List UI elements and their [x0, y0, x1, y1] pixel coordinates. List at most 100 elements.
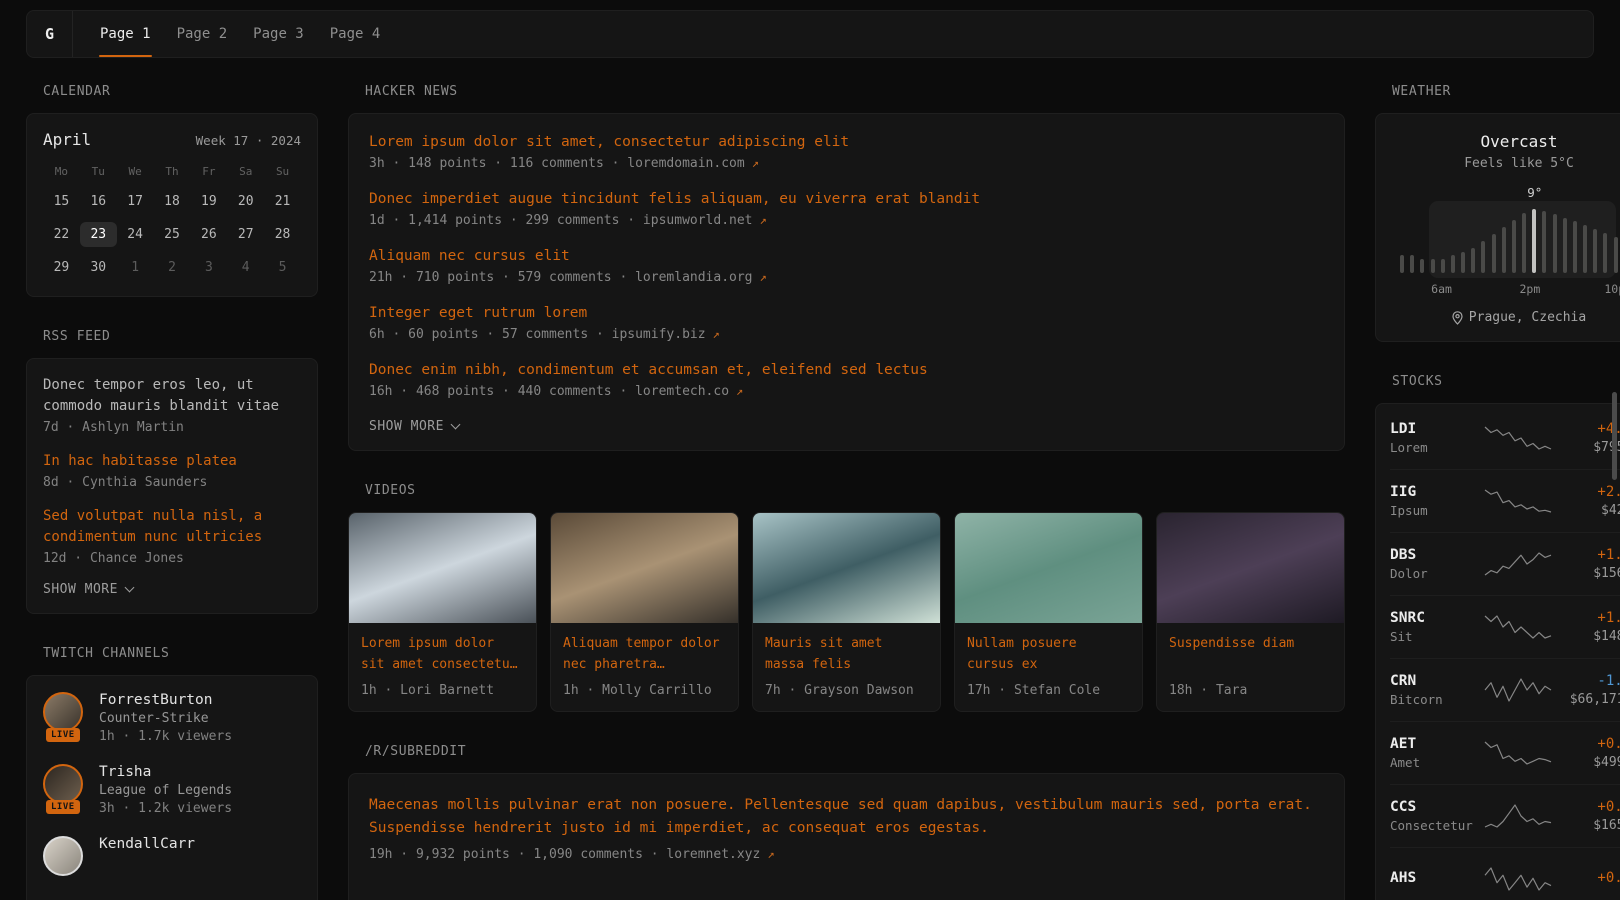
- chevron-down-icon: [125, 583, 135, 593]
- twitch-channel[interactable]: KendallCarr: [43, 836, 301, 882]
- rss-item-meta: 8d · Cynthia Saunders: [43, 475, 301, 490]
- external-link-icon[interactable]: ↗: [752, 156, 759, 170]
- stock-row[interactable]: LDILorem +4.35%$795.18: [1390, 406, 1620, 469]
- channel-avatar-image: [43, 764, 83, 804]
- app-logo[interactable]: G: [27, 11, 73, 57]
- video-title[interactable]: Suspendisse diam: [1169, 634, 1332, 676]
- external-link-icon[interactable]: ↗: [767, 847, 774, 861]
- video-card[interactable]: Suspendisse diam 18h · Tara: [1156, 512, 1345, 712]
- stock-sparkline: [1483, 614, 1553, 640]
- hn-item[interactable]: Donec enim nibh, condimentum et accumsan…: [369, 362, 1324, 399]
- stock-row[interactable]: SNRCSit +1.36%$148.64: [1390, 595, 1620, 658]
- hn-meta-text: 3h · 148 points · 116 comments · loremdo…: [369, 156, 745, 171]
- tab-page-1[interactable]: Page 1: [87, 11, 164, 57]
- tab-page-3[interactable]: Page 3: [240, 11, 317, 57]
- video-thumbnail[interactable]: [1157, 513, 1344, 623]
- video-card[interactable]: Nullam posuere cursus ex 17h · Stefan Co…: [954, 512, 1143, 712]
- hackernews-card: Lorem ipsum dolor sit amet, consectetur …: [348, 113, 1345, 451]
- topbar: G Page 1 Page 2 Page 3 Page 4: [26, 10, 1594, 58]
- calendar-day-next-month: 2: [154, 255, 191, 280]
- stock-symbol[interactable]: IIG: [1390, 484, 1476, 500]
- video-title[interactable]: Nullam posuere cursus ex: [967, 634, 1130, 676]
- avatar: LIVE: [43, 692, 85, 738]
- calendar-card: April Week 17 · 2024 Mo Tu We Th Fr Sa S…: [26, 113, 318, 297]
- hn-item[interactable]: Integer eget rutrum lorem 6h · 60 points…: [369, 305, 1324, 342]
- video-title[interactable]: Aliquam tempor dolor nec pharetra…: [563, 634, 726, 676]
- calendar-dow: Sa: [227, 162, 264, 181]
- stock-symbol[interactable]: AHS: [1390, 870, 1476, 886]
- external-link-icon[interactable]: ↗: [760, 213, 767, 227]
- stock-row[interactable]: DBSDolor +1.42%$156.28: [1390, 532, 1620, 595]
- reddit-post-title[interactable]: Maecenas mollis pulvinar erat non posuer…: [369, 794, 1324, 840]
- video-thumbnail[interactable]: [551, 513, 738, 623]
- rss-item-meta: 12d · Chance Jones: [43, 551, 301, 566]
- external-link-icon[interactable]: ↗: [760, 270, 767, 284]
- hn-item[interactable]: Donec imperdiet augue tincidunt felis al…: [369, 191, 1324, 228]
- rss-item-meta: 7d · Ashlyn Martin: [43, 420, 301, 435]
- rss-item-title[interactable]: Sed volutpat nulla nisl, a condimentum n…: [43, 506, 301, 548]
- hn-item-title[interactable]: Donec enim nibh, condimentum et accumsan…: [369, 362, 1324, 378]
- video-title[interactable]: Mauris sit amet massa felis: [765, 634, 928, 676]
- hn-item[interactable]: Aliquam nec cursus elit 21h · 710 points…: [369, 248, 1324, 285]
- scrollbar-thumb[interactable]: [1612, 392, 1617, 480]
- twitch-channel[interactable]: LIVE ForrestBurton Counter-Strike 1h · 1…: [43, 692, 301, 744]
- reddit-post[interactable]: Maecenas mollis pulvinar erat non posuer…: [369, 794, 1324, 862]
- video-card[interactable]: Lorem ipsum dolor sit amet consectetu… 1…: [348, 512, 537, 712]
- hn-item-title[interactable]: Integer eget rutrum lorem: [369, 305, 1324, 321]
- rss-item[interactable]: Donec tempor eros leo, ut commodo mauris…: [43, 375, 301, 435]
- video-thumbnail[interactable]: [349, 513, 536, 623]
- rss-item-title[interactable]: Donec tempor eros leo, ut commodo mauris…: [43, 375, 301, 417]
- video-thumbnail[interactable]: [753, 513, 940, 623]
- hn-item-title[interactable]: Lorem ipsum dolor sit amet, consectetur …: [369, 134, 1324, 150]
- stock-change: +2.84%: [1560, 484, 1620, 500]
- external-link-icon[interactable]: ↗: [713, 327, 720, 341]
- stock-row[interactable]: IIGIpsum +2.84%$42.04: [1390, 469, 1620, 532]
- weather-feels-like: Feels like 5°C: [1394, 156, 1620, 171]
- hn-item[interactable]: Lorem ipsum dolor sit amet, consectetur …: [369, 134, 1324, 171]
- section-title-rss: RSS FEED: [43, 329, 318, 344]
- channel-meta: 1h · 1.7k viewers: [99, 729, 232, 744]
- stock-row[interactable]: AHS +0.46%: [1390, 847, 1620, 900]
- subreddit-card: Maecenas mollis pulvinar erat non posuer…: [348, 773, 1345, 900]
- hn-show-more-button[interactable]: SHOW MORE: [369, 419, 1324, 434]
- hn-item-title[interactable]: Donec imperdiet augue tincidunt felis al…: [369, 191, 1324, 207]
- stock-symbol[interactable]: CCS: [1390, 799, 1476, 815]
- video-card[interactable]: Mauris sit amet massa felis 7h · Grayson…: [752, 512, 941, 712]
- stock-symbol[interactable]: AET: [1390, 736, 1476, 752]
- rss-show-more-button[interactable]: SHOW MORE: [43, 582, 301, 597]
- weather-location-text: Prague, Czechia: [1469, 310, 1586, 325]
- rss-item-title[interactable]: In hac habitasse platea: [43, 451, 301, 472]
- calendar-dow: We: [117, 162, 154, 181]
- stock-row[interactable]: AETAmet +0.92%$499.72: [1390, 721, 1620, 784]
- video-title[interactable]: Lorem ipsum dolor sit amet consectetu…: [361, 634, 524, 676]
- channel-name[interactable]: KendallCarr: [99, 836, 195, 852]
- calendar-day: 21: [264, 189, 301, 214]
- tab-page-4[interactable]: Page 4: [317, 11, 394, 57]
- section-title-stocks: STOCKS: [1392, 374, 1620, 389]
- hn-item-title[interactable]: Aliquam nec cursus elit: [369, 248, 1324, 264]
- section-title-hackernews: HACKER NEWS: [365, 84, 1345, 99]
- stock-symbol[interactable]: DBS: [1390, 547, 1476, 563]
- stock-price: $42.04: [1560, 503, 1620, 518]
- stock-row[interactable]: CRNBitcorn -1.00%$66,171.48: [1390, 658, 1620, 721]
- stock-symbol[interactable]: CRN: [1390, 673, 1476, 689]
- calendar-section: CALENDAR April Week 17 · 2024 Mo Tu We T…: [26, 84, 318, 297]
- stock-symbol[interactable]: SNRC: [1390, 610, 1476, 626]
- stock-symbol[interactable]: LDI: [1390, 421, 1476, 437]
- external-link-icon[interactable]: ↗: [736, 384, 743, 398]
- section-title-calendar: CALENDAR: [43, 84, 318, 99]
- video-card[interactable]: Aliquam tempor dolor nec pharetra… 1h · …: [550, 512, 739, 712]
- video-thumbnail[interactable]: [955, 513, 1142, 623]
- rss-item[interactable]: Sed volutpat nulla nisl, a condimentum n…: [43, 506, 301, 566]
- section-title-twitch: TWITCH CHANNELS: [43, 646, 318, 661]
- channel-name[interactable]: Trisha: [99, 764, 232, 780]
- stock-name: Consectetur: [1390, 818, 1476, 833]
- calendar-dow: Tu: [80, 162, 117, 181]
- twitch-channel[interactable]: LIVE Trisha League of Legends 3h · 1.2k …: [43, 764, 301, 816]
- channel-name[interactable]: ForrestBurton: [99, 692, 232, 708]
- stock-row[interactable]: CCSConsectetur +0.51%$165.84: [1390, 784, 1620, 847]
- rss-item[interactable]: In hac habitasse platea 8d · Cynthia Sau…: [43, 451, 301, 490]
- avatar: LIVE: [43, 764, 85, 810]
- tab-page-2[interactable]: Page 2: [164, 11, 241, 57]
- calendar-day-next-month: 5: [264, 255, 301, 280]
